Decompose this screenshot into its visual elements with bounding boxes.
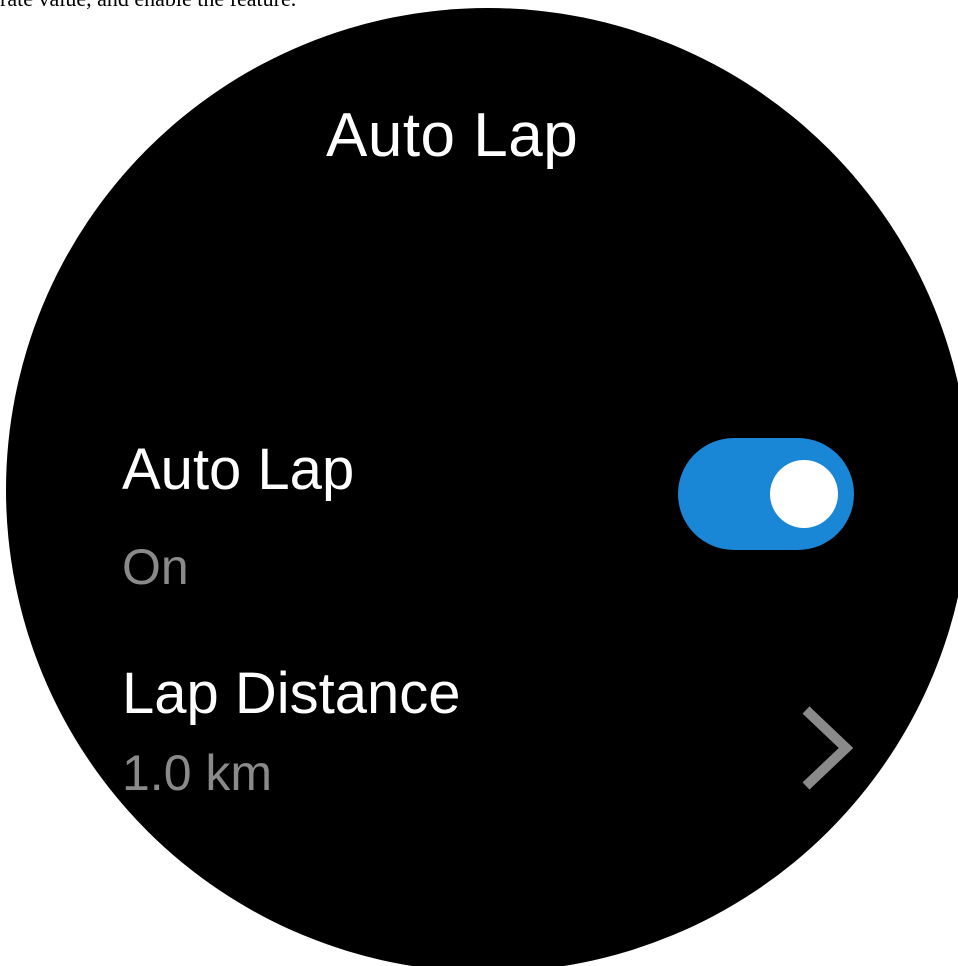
setting-label: Lap Distance [122,661,461,726]
setting-value: 1.0 km [122,745,273,801]
setting-label: Auto Lap [122,437,355,502]
chevron-right-icon [802,706,854,790]
watch-face: Auto Lap Auto Lap On Lap Distance 1.0 km [6,8,958,966]
auto-lap-toggle[interactable] [678,438,854,550]
setting-row-lap-distance[interactable]: Lap Distance 1.0 km [6,658,958,828]
page-title: Auto Lap [326,101,579,170]
setting-row-auto-lap[interactable]: Auto Lap On [6,436,958,606]
caption-fragment: rate value, and enable the feature. [0,0,296,12]
toggle-knob [770,460,838,528]
setting-value: On [122,539,189,595]
screenshot-page: rate value, and enable the feature. Auto… [0,0,958,966]
